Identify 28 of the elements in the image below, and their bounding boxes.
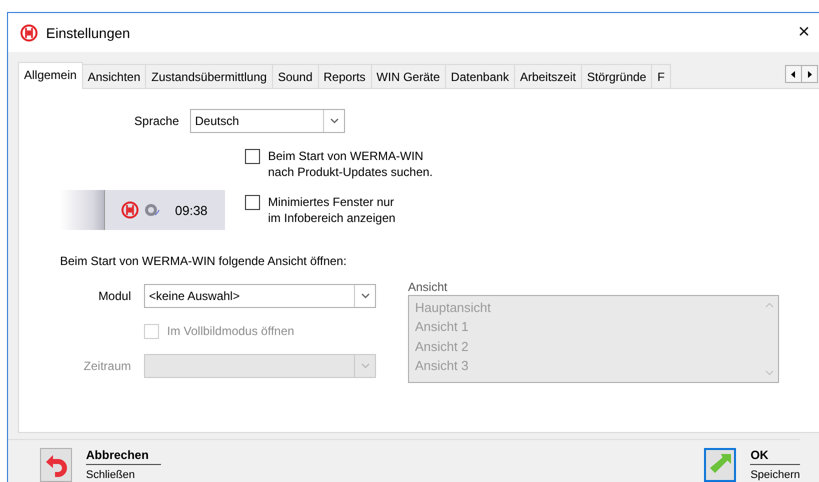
scroll-left-icon[interactable] [785,65,802,83]
speaker-icon [144,202,160,218]
clock-time: 09:38 [175,202,208,218]
app-logo-icon [20,24,38,42]
tab[interactable]: F [651,64,671,88]
button-sublabel: Schließen [86,468,136,482]
tab[interactable]: Allgemein [18,62,83,89]
cancel-button[interactable] [40,448,72,482]
checkbox-label: Minimiertes Fenster nur im Infobereich anzeigen [268,194,396,226]
ok-button[interactable] [704,448,736,482]
button-sublabel: Speichern [750,468,800,482]
scroll-right-icon[interactable] [801,65,818,83]
close-button[interactable]: × [789,21,819,44]
field-label: Modul [97,289,131,303]
field-label: Ansicht [408,280,448,294]
section-heading: Beim Start von WERMA-WIN folgende Ansicht öffnen: [60,254,348,268]
field-label: Sprache [133,114,179,128]
dropdown[interactable]: Deutsch [190,109,345,133]
window-title: Einstellungen [46,24,132,40]
checkbox[interactable] [245,149,260,164]
checkbox-label: Im Vollbildmodus öffnen [167,323,294,339]
checkbox-label: Beim Start von WERMA-WIN nach Produkt-Updates suchen. [268,148,433,180]
field-label: Zeitraum [82,359,131,373]
button-label[interactable]: OK [750,448,800,465]
checkbox[interactable] [245,195,260,210]
button-label[interactable]: Abbrechen [86,448,161,465]
tray-logo-icon [121,201,139,219]
dropdown[interactable]: <keine Auswahl> [144,284,376,308]
